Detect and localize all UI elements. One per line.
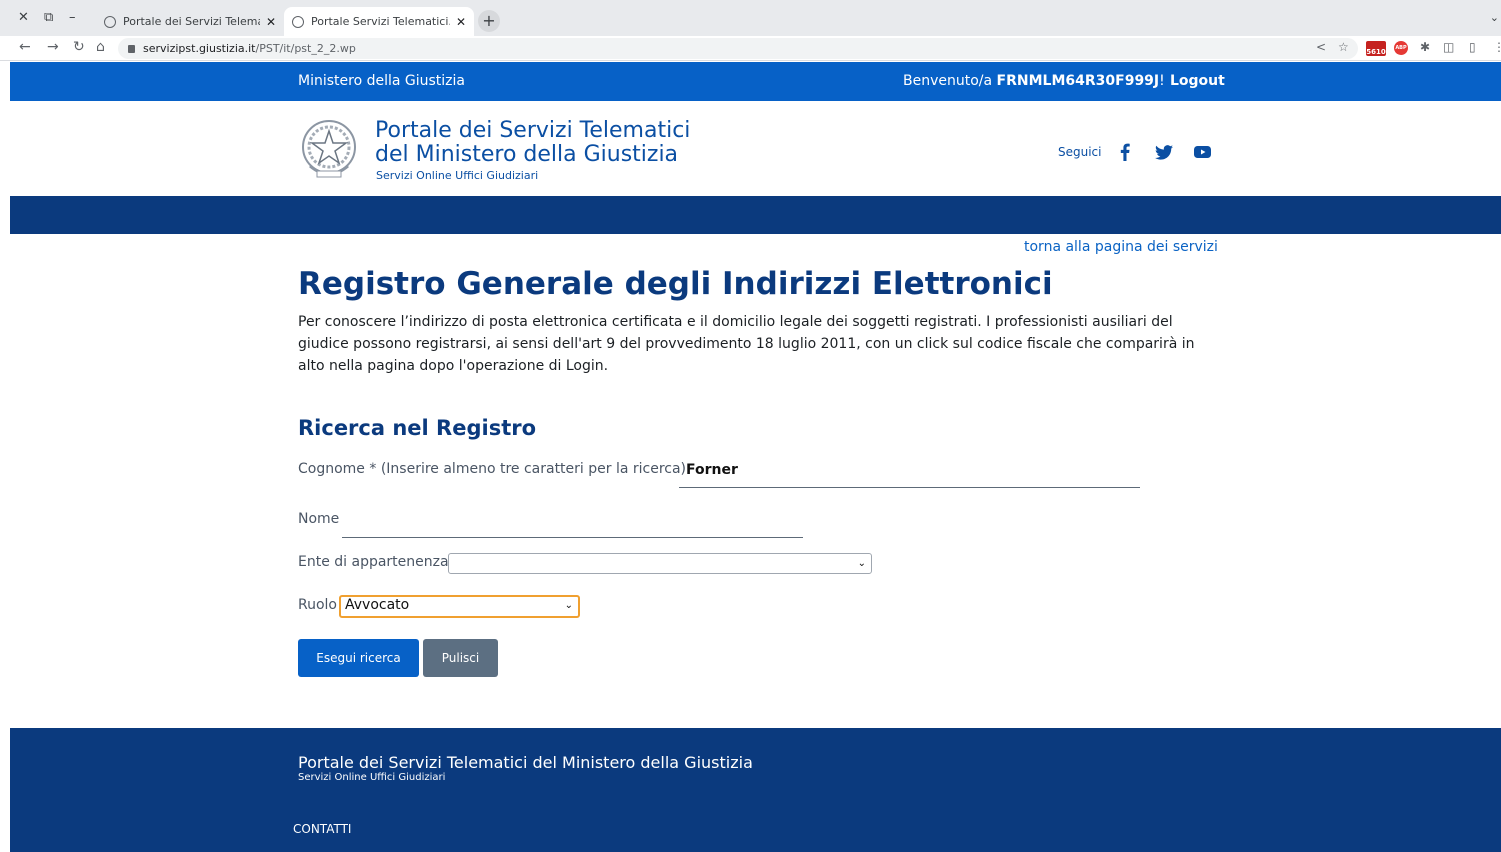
home-icon[interactable]: ⌂: [96, 39, 105, 55]
page-intro: Per conoscere l’indirizzo di posta elett…: [298, 314, 1195, 374]
window-close-icon[interactable]: ✕: [18, 10, 29, 25]
ruolo-select[interactable]: Avvocato ⌄: [339, 595, 580, 618]
tab-close-icon[interactable]: ✕: [266, 15, 276, 29]
follow-label: Seguici: [1058, 145, 1102, 159]
tab-search-chevron-icon[interactable]: ⌄: [1490, 11, 1499, 24]
lock-icon: [128, 45, 135, 53]
ente-select[interactable]: ⌄: [448, 553, 872, 574]
footer-subtitle: Servizi Online Uffici Giudiziari: [298, 772, 446, 783]
back-arrow-icon[interactable]: ←: [19, 39, 31, 55]
portal-title-line2[interactable]: del Ministero della Giustizia: [375, 142, 678, 167]
battery-extension-icon[interactable]: ▯: [1469, 40, 1476, 54]
youtube-icon[interactable]: [1192, 143, 1214, 161]
new-tab-button[interactable]: +: [478, 10, 500, 32]
welcome-prefix: Benvenuto/a: [903, 73, 993, 89]
cognome-underline: [679, 487, 1140, 488]
tab-label: Portale Servizi Telematici. Registro: [311, 15, 450, 28]
window-minimize-icon[interactable]: –: [69, 10, 76, 25]
browser-tab-portale[interactable]: Portale dei Servizi Telematici ✕: [96, 7, 284, 36]
clear-button[interactable]: Pulisci: [423, 639, 498, 677]
url-host: servizipst.giustizia.it: [143, 42, 256, 55]
portal-title-line1[interactable]: Portale dei Servizi Telematici: [375, 118, 690, 143]
tab-favicon-icon: [292, 15, 304, 28]
page-title: Registro Generale degli Indirizzi Elettr…: [298, 266, 1053, 302]
search-section-title: Ricerca nel Registro: [298, 416, 537, 440]
tab-label: Portale dei Servizi Telematici: [123, 15, 260, 28]
nome-label: Nome: [298, 511, 340, 527]
browser-tab-strip: ✕ ⧉ – Portale dei Servizi Telematici ✕ P…: [0, 0, 1501, 36]
site-top-bar: Ministero della Giustizia Benvenuto/a FR…: [10, 62, 1501, 101]
browser-toolbar: ← → ↻ ⌂ servizipst.giustizia.it/PST/it/p…: [0, 36, 1501, 61]
nome-underline: [342, 537, 803, 538]
window-restore-icon[interactable]: ⧉: [44, 10, 53, 25]
bookmark-star-icon[interactable]: ☆: [1338, 40, 1349, 54]
twitter-icon[interactable]: [1153, 143, 1175, 161]
user-fiscal-code-link[interactable]: FRNMLM64R30F999J: [997, 73, 1160, 89]
welcome-text: Benvenuto/a FRNMLM64R30F999J!: [903, 73, 1165, 89]
cognome-label: Cognome * (Inserire almeno tre caratteri…: [298, 461, 687, 477]
mail-extension-icon[interactable]: 5610: [1366, 41, 1386, 56]
search-button[interactable]: Esegui ricerca: [298, 639, 419, 677]
footer-title: Portale dei Servizi Telematici del Minis…: [298, 753, 753, 772]
portal-subtitle: Servizi Online Uffici Giudiziari: [376, 169, 539, 182]
logout-link[interactable]: Logout: [1170, 73, 1225, 89]
site-header: Portale dei Servizi Telematici del Minis…: [10, 101, 1501, 196]
ente-label: Ente di appartenenza: [298, 554, 449, 570]
site-footer: Portale dei Servizi Telematici del Minis…: [10, 728, 1501, 852]
address-bar[interactable]: servizipst.giustizia.it/PST/it/pst_2_2.w…: [118, 38, 1358, 59]
back-to-services-link[interactable]: torna alla pagina dei servizi: [1024, 239, 1218, 255]
adblock-extension-icon[interactable]: ABP: [1394, 41, 1408, 55]
cognome-input[interactable]: [686, 459, 1136, 481]
social-links: Seguici: [1058, 143, 1231, 161]
extensions-puzzle-icon[interactable]: ✱: [1420, 40, 1430, 54]
browser-tab-registro[interactable]: Portale Servizi Telematici. Registro ✕: [284, 7, 474, 36]
browser-menu-icon[interactable]: ⋮: [1493, 40, 1501, 54]
ministry-link[interactable]: Ministero della Giustizia: [298, 73, 465, 89]
contacts-link[interactable]: CONTATTI: [293, 822, 351, 836]
facebook-icon[interactable]: [1114, 143, 1136, 161]
ruolo-select-value: Avvocato: [345, 597, 410, 613]
nav-band: [10, 196, 1501, 234]
window-left-edge: [0, 61, 10, 852]
url-path: /PST/it/pst_2_2.wp: [255, 42, 356, 55]
nome-input[interactable]: [344, 509, 799, 531]
forward-arrow-icon[interactable]: →: [47, 39, 59, 55]
chevron-down-icon: ⌄: [564, 600, 573, 611]
tab-close-icon[interactable]: ✕: [456, 15, 466, 29]
chevron-down-icon: ⌄: [857, 558, 866, 569]
ruolo-label: Ruolo: [298, 597, 337, 613]
reload-icon[interactable]: ↻: [73, 39, 85, 55]
republic-emblem-icon[interactable]: [300, 116, 358, 182]
tab-favicon-icon: [104, 15, 116, 28]
welcome-suffix: !: [1159, 73, 1165, 89]
side-panel-icon[interactable]: ◫: [1443, 40, 1454, 54]
share-icon[interactable]: <: [1316, 40, 1326, 54]
